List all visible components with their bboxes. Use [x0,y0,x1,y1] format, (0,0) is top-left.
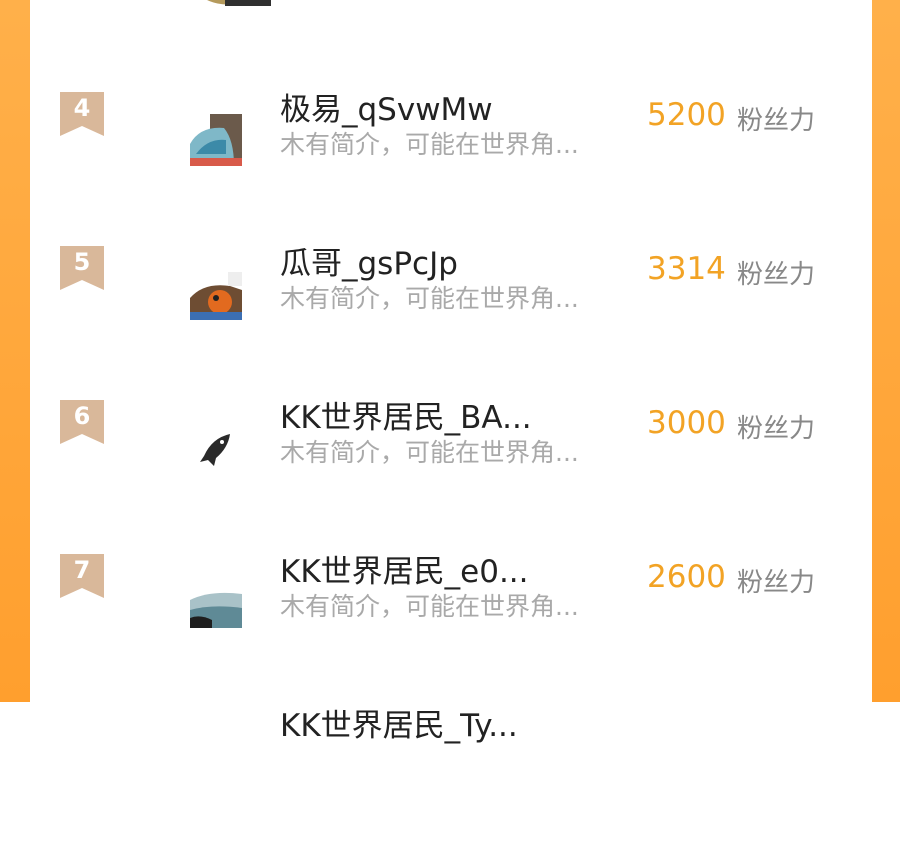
avatar[interactable] [190,114,242,166]
fish-icon [190,422,242,474]
list-item[interactable]: 7 KK世界居民_e0... 木有简介，可能在世界角... 2600 粉丝力 [30,554,872,694]
fan-score-label: 粉丝力 [737,414,816,444]
avatar[interactable] [190,422,242,474]
avatar[interactable] [190,268,242,320]
rank-number: 6 [73,402,91,430]
fan-score-label: 粉丝力 [737,260,816,290]
list-item[interactable]: 6 KK世界居民_BA... 木有简介，可能在世界角... 3000 粉丝力 [30,400,872,540]
fan-score: 3000 [647,405,726,441]
user-description: 木有简介，可能在世界角... [280,284,579,313]
rank-number: 7 [73,556,91,584]
ranking-card: 4 极易_qSvwMw 木有简介，可能在世界角... 5200 粉丝力 5 瓜哥… [30,0,872,744]
fan-score-label: 粉丝力 [737,106,816,136]
fan-score: 5200 [647,97,726,133]
user-name: 瓜哥_gsPcJp [280,246,458,282]
rank-number: 5 [73,248,91,276]
user-name: KK世界居民_BA... [280,400,532,436]
user-name: KK世界居民_e0... [280,554,529,590]
user-name: KK世界居民_Ty... [280,708,518,744]
fan-score-label: 粉丝力 [737,568,816,598]
list-item[interactable]: 5 瓜哥_gsPcJp 木有简介，可能在世界角... 3314 粉丝力 [30,246,872,386]
rank-badge: 5 [60,246,104,290]
rank-number: 4 [73,94,91,122]
rank-badge: 6 [60,400,104,444]
user-description: 木有简介，可能在世界角... [280,592,579,621]
user-description: 木有简介，可能在世界角... [280,130,579,159]
rank-badge: 7 [60,554,104,598]
avatar[interactable] [190,576,242,628]
list-item[interactable]: KK世界居民_Ty... [30,708,872,848]
user-name: 极易_qSvwMw [280,92,493,128]
fan-score: 3314 [647,251,726,287]
avatar-partial-top [183,0,271,8]
background-right [872,0,900,702]
rank-badge: 4 [60,92,104,136]
user-description: 木有简介，可能在世界角... [280,438,579,467]
fan-score: 2600 [647,559,726,595]
background-left [0,0,30,702]
list-item[interactable]: 4 极易_qSvwMw 木有简介，可能在世界角... 5200 粉丝力 [30,92,872,232]
